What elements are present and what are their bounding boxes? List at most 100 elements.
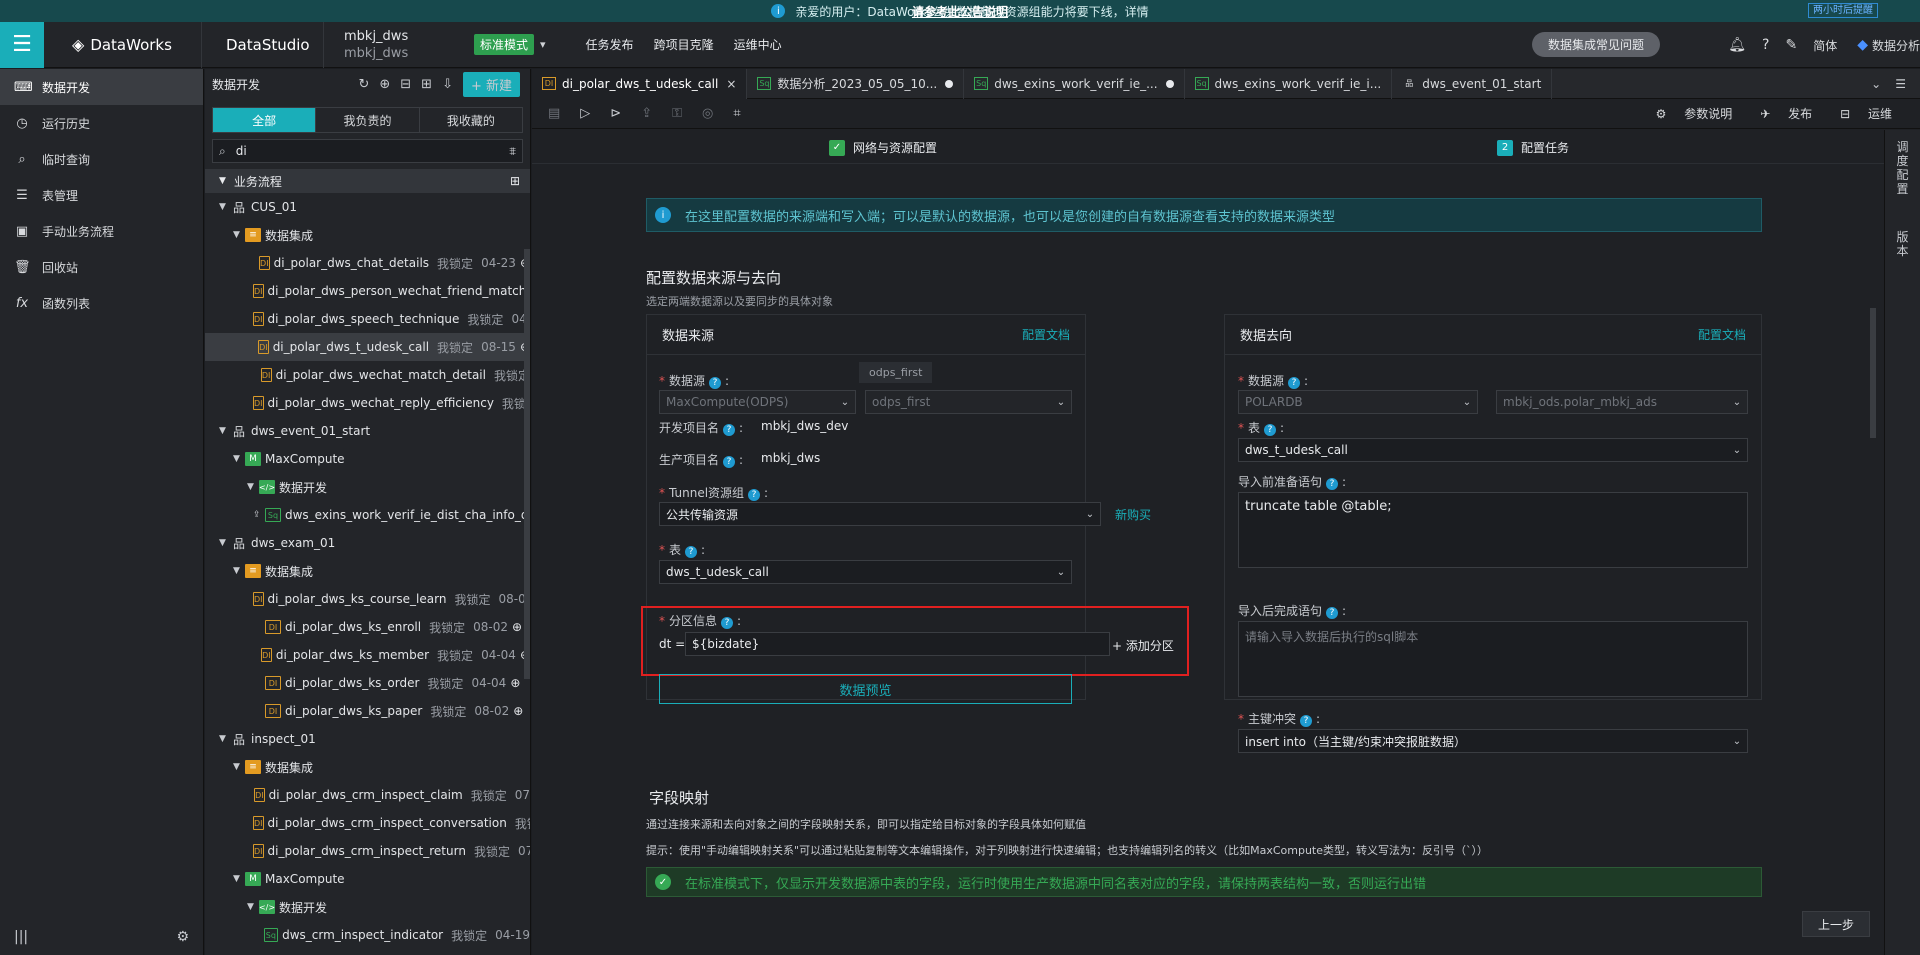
tree-row[interactable]: DI di_polar_dws_wechat_match_detail 我锁定 <box>205 361 530 389</box>
help-icon[interactable]: ? <box>709 377 722 389</box>
step-config[interactable]: 2 配置任务 <box>1497 139 1569 156</box>
chevron-down-circle-icon[interactable]: ⌄ <box>1871 77 1881 91</box>
tree-row[interactable]: DI di_polar_dws_ks_enroll 我锁定 08-02 ⊕ <box>205 613 530 641</box>
nav-recycle-bin[interactable]: 🗑︎ 回收站 <box>0 249 203 285</box>
tree-row[interactable]: DI di_polar_dws_ks_order 我锁定 04-04 ⊕ <box>205 669 530 697</box>
step-network[interactable]: ✓ 网络与资源配置 <box>829 139 937 156</box>
menu-icon[interactable]: ☰ <box>0 21 44 68</box>
help-icon[interactable]: ? <box>1762 37 1769 53</box>
nav-data-dev[interactable]: ⌨ 数据开发 <box>0 69 203 105</box>
tree-row[interactable]: DI di_polar_dws_crm_inspect_claim 我锁定 07 <box>205 781 530 809</box>
target-table-select[interactable]: dws_t_udesk_call ⌄ <box>1238 438 1748 462</box>
tree-row[interactable]: ▼ 品 CUS_01 <box>205 193 530 221</box>
conflict-select[interactable]: insert into（当主键/约束冲突报脏数据） ⌄ <box>1238 729 1748 753</box>
param-doc-button[interactable]: ⚙ 参数说明 <box>1656 105 1747 122</box>
nav-ops-center[interactable]: 运维中心 <box>734 36 782 53</box>
tree-row[interactable]: DI di_polar_dws_speech_technique 我锁定 04- <box>205 305 530 333</box>
tree-row[interactable]: DI di_polar_dws_ks_course_learn 我锁定 08-02 <box>205 585 530 613</box>
wrench-icon[interactable]: ✎ <box>1785 37 1797 53</box>
stop-icon[interactable]: ◎ <box>702 106 713 121</box>
tree-row[interactable]: ▼ 品 inspect_01 <box>205 725 530 753</box>
tree-search[interactable]: ⌕ di ⩨ <box>212 139 523 163</box>
help-icon[interactable]: ? <box>1288 377 1301 389</box>
help-icon[interactable]: ? <box>748 489 761 501</box>
tree-row[interactable]: ▼ M MaxCompute <box>205 865 530 893</box>
ops-button[interactable]: ⊟ 运维 <box>1840 105 1906 122</box>
nav-temp-query[interactable]: ⌕ 临时查询 <box>0 141 203 177</box>
source-doc-link[interactable]: 配置文档 <box>1022 326 1070 343</box>
nav-task-publish[interactable]: 任务发布 <box>586 36 634 53</box>
tree-row[interactable]: ▼ ≡ 数据集成 <box>205 557 530 585</box>
unsaved-dot-icon[interactable] <box>945 79 954 88</box>
announcement-link[interactable]: 请参考此公告说明 <box>912 3 1008 20</box>
tree-row[interactable]: DI di_polar_dws_wechat_reply_efficiency 我锁… <box>205 389 530 417</box>
chevron-down-icon[interactable]: ▼ <box>247 482 259 492</box>
tab-mine[interactable]: 我负责的 <box>316 108 420 132</box>
nav-run-history[interactable]: ◷ 运行历史 <box>0 105 203 141</box>
tree-row[interactable]: ▼ M MaxCompute <box>205 445 530 473</box>
brand[interactable]: ◈ DataWorks <box>44 21 202 68</box>
tree-row[interactable]: ⇪ Sq dws_exins_work_verif_ie_dist_cha_info… <box>205 501 530 529</box>
tree-scrollbar[interactable] <box>524 249 530 679</box>
partition-input[interactable]: ${bizdate} <box>685 632 1110 656</box>
module-name[interactable]: DataStudio <box>202 21 324 68</box>
chevron-down-icon[interactable]: ▼ <box>219 202 231 212</box>
chevron-down-icon[interactable]: ▼ <box>233 874 245 884</box>
save-icon[interactable]: ▤ <box>548 106 560 121</box>
pre-sql-input[interactable]: truncate table @table; <box>1238 492 1748 568</box>
chevron-down-icon[interactable]: ▼ <box>219 734 231 744</box>
tab-all[interactable]: 全部 <box>213 108 317 132</box>
schedule-config-tab[interactable]: 调度配置 <box>1896 140 1910 196</box>
add-partition-button[interactable]: + 添加分区 <box>1112 637 1174 654</box>
language-switch[interactable]: 简体 <box>1813 37 1837 54</box>
chevron-down-icon[interactable]: ▼ <box>219 538 231 548</box>
tree-row[interactable]: DIdi_polar_dws_t_udesk_call我锁定08-15⊕ <box>205 333 530 361</box>
locate-icon[interactable]: ⊕ <box>379 77 390 92</box>
chevron-down-icon[interactable]: ▼ <box>233 230 245 240</box>
prev-step-button[interactable]: 上一步 <box>1802 911 1870 937</box>
help-icon[interactable]: ? <box>1326 607 1339 619</box>
editor-tab[interactable]: DI di_polar_dws_t_udesk_call × <box>532 68 748 99</box>
help-icon[interactable]: ? <box>723 424 736 436</box>
nav-function-list[interactable]: fx 函数列表 <box>0 285 203 321</box>
editor-tab[interactable]: Sq dws_exins_work_verif_ie_i... <box>1185 68 1393 99</box>
bell-icon[interactable]: 🔔︎ <box>1728 37 1746 53</box>
chevron-down-icon[interactable]: ▼ <box>233 762 245 772</box>
chevron-down-icon[interactable]: ▾ <box>540 38 546 51</box>
tree-row[interactable]: DI di_polar_dws_person_wechat_friend_matc… <box>205 277 530 305</box>
filter-icon[interactable]: ⩨ <box>509 144 516 159</box>
help-icon[interactable]: ? <box>721 617 734 629</box>
tree-row[interactable]: ▼ </> 数据开发 <box>205 473 530 501</box>
help-icon[interactable]: ? <box>1264 424 1277 436</box>
tree-row[interactable]: DIdi_polar_dws_chat_details我锁定04-23⊕ <box>205 249 530 277</box>
tunnel-select[interactable]: 公共传输资源 ⌄ <box>659 502 1101 526</box>
tree-row[interactable]: DI di_polar_dws_ks_paper 我锁定 08-02 ⊕ <box>205 697 530 725</box>
chevron-down-icon[interactable]: ▼ <box>233 566 245 576</box>
source-ds-name-select[interactable]: odps_first ⌄ <box>865 390 1072 414</box>
collapse-icon[interactable]: ||| <box>14 929 28 945</box>
help-icon[interactable]: ? <box>723 456 736 468</box>
menu-icon[interactable]: ☰ <box>1895 77 1906 91</box>
tree-row[interactable]: Sq dws_crm_inspect_indicator 我锁定 04-19 <box>205 921 530 949</box>
business-flow-section[interactable]: ▼ 业务流程 ⊞ <box>205 169 530 193</box>
source-ds-type-select[interactable]: MaxCompute(ODPS) ⌄ <box>659 390 856 414</box>
nav-project-clone[interactable]: 跨项目克隆 <box>654 36 714 53</box>
editor-tab[interactable]: Sq 数据分析_2023_05_05_10... <box>747 68 965 99</box>
new-button[interactable]: + 新建 <box>462 71 520 97</box>
source-table-select[interactable]: dws_t_udesk_call ⌄ <box>659 560 1072 584</box>
target-ds-type-select[interactable]: POLARDB ⌄ <box>1238 390 1478 414</box>
tab-favorites[interactable]: 我收藏的 <box>420 108 522 132</box>
post-sql-input[interactable]: 请输入导入数据后执行的sql脚本 <box>1238 621 1748 697</box>
tree-row[interactable]: ▼ ≡ 数据集成 <box>205 753 530 781</box>
script-mode-icon[interactable]: ⌗ <box>733 106 740 121</box>
gear-icon[interactable]: ⚙ <box>176 929 189 945</box>
editor-tab[interactable]: Sq dws_exins_work_verif_ie_... <box>964 68 1185 99</box>
user-menu[interactable]: 数据分析 <box>1872 37 1920 54</box>
chevron-down-icon[interactable]: ▼ <box>247 902 259 912</box>
lock-icon[interactable]: ⚿ <box>672 106 682 121</box>
help-icon[interactable]: ? <box>685 546 698 558</box>
faq-button[interactable]: 数据集成常见问题 <box>1531 32 1660 57</box>
import-icon[interactable]: ⇩ <box>442 77 453 92</box>
tree-row[interactable]: DI di_polar_dws_crm_inspect_conversation 我… <box>205 809 530 837</box>
help-icon[interactable]: ? <box>1326 478 1339 490</box>
